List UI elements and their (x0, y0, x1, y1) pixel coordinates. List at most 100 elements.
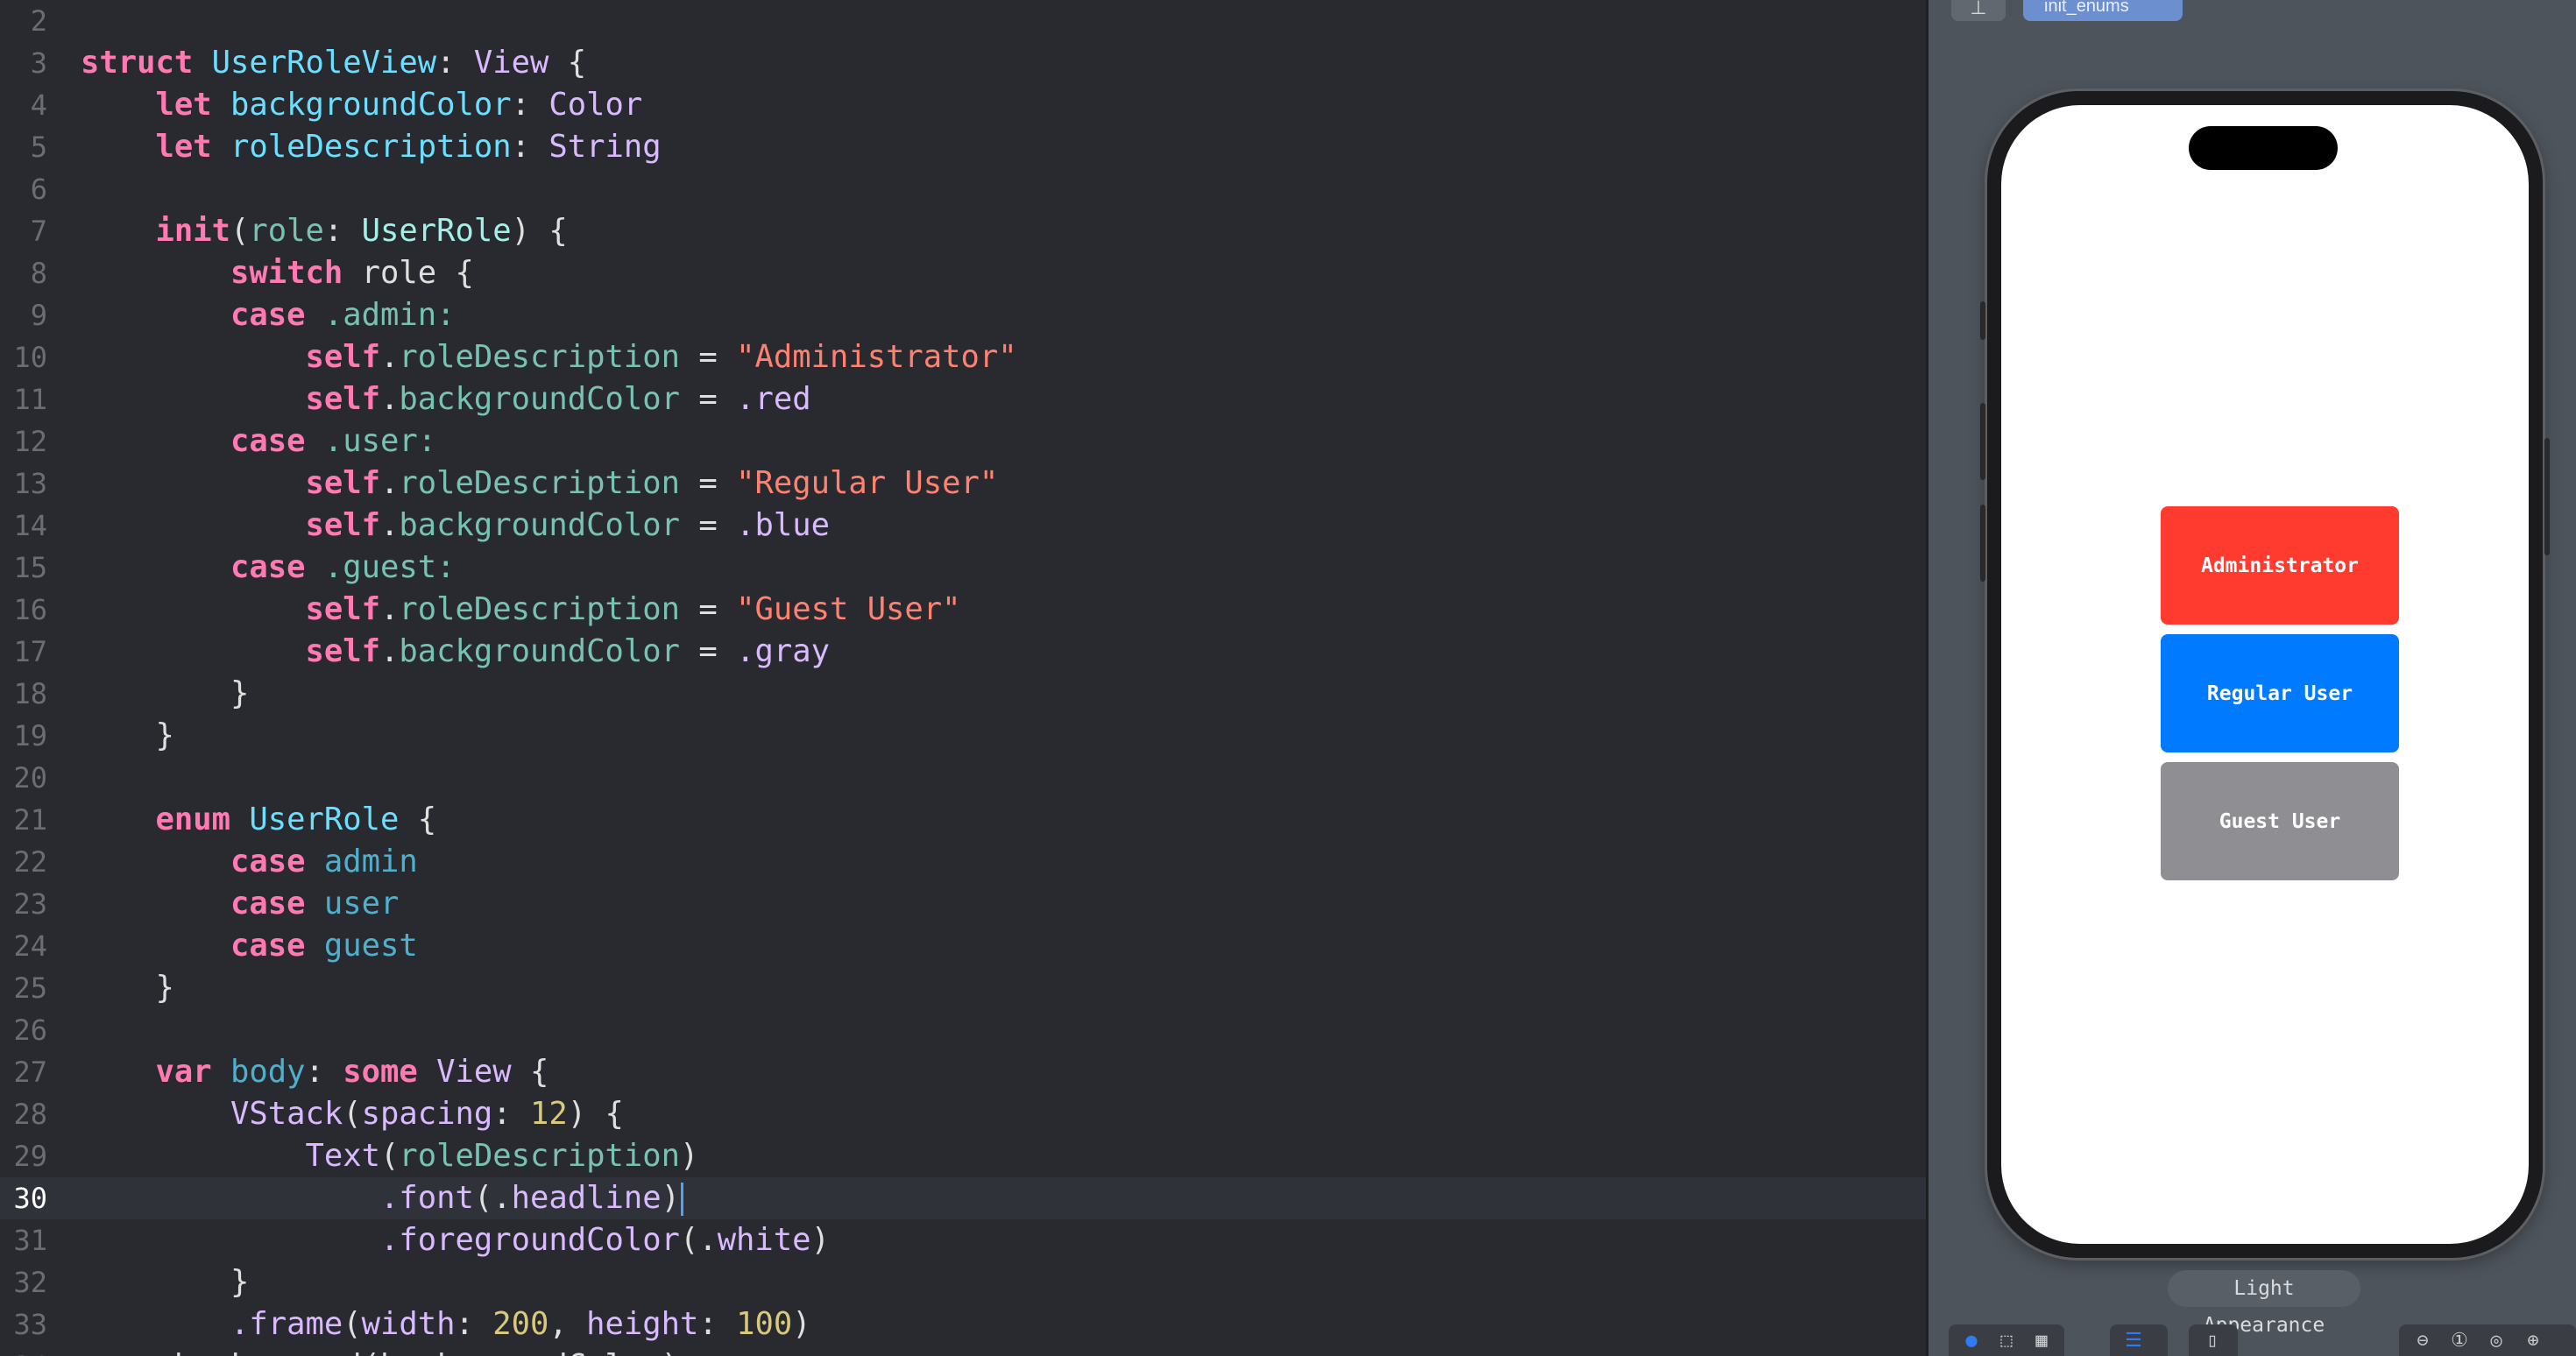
device-screen: Administrator Regular User Guest User (2001, 105, 2529, 1244)
code-line: 13 self.roleDescription = "Regular User" (0, 463, 1926, 505)
device-icon[interactable]: ▯ (2203, 1330, 2222, 1352)
zoom-group: ⊖ ① ◎ ⊕ (2399, 1324, 2576, 1356)
device-settings-group: ☰ (2110, 1324, 2168, 1356)
code-line: 16 self.roleDescription = "Guest User" (0, 589, 1926, 631)
line-number: 18 (13, 677, 47, 710)
preview-tab-label: init_enums (2044, 0, 2129, 16)
line-number: 31 (13, 1224, 47, 1257)
code-line: 20 (0, 757, 1926, 799)
line-number: 9 (30, 299, 47, 332)
code-line: 14 self.backgroundColor = .blue (0, 505, 1926, 547)
mode-group: ● ⬚ ▦ (1949, 1324, 2064, 1356)
code-line: 8 switch role { (0, 252, 1926, 294)
live-preview-icon[interactable]: ● (1963, 1330, 1980, 1352)
code-line: 19 } (0, 715, 1926, 757)
line-number: 20 (13, 761, 47, 795)
canvas-bottom-toolbar: ● ⬚ ▦ ☰ ▯ ⊖ ① ◎ ⊕ (1926, 1324, 2576, 1356)
device-side-button (1980, 301, 1985, 340)
code-line: 28 VStack(spacing: 12) { (0, 1093, 1926, 1135)
line-number: 13 (13, 467, 47, 500)
code-line: 2 (0, 0, 1926, 42)
line-number: 2 (30, 4, 47, 38)
line-number: 7 (30, 215, 47, 248)
role-card-administrator[interactable]: Administrator (2161, 506, 2399, 625)
role-card-label: Guest User (2219, 809, 2341, 833)
zoom-fit-icon[interactable]: ◎ (2487, 1330, 2506, 1352)
line-number: 8 (30, 257, 47, 290)
code-line: 6 (0, 168, 1926, 210)
preview-tab[interactable]: init_enums (2023, 0, 2183, 21)
line-number: 19 (13, 719, 47, 752)
code-line: 25 } (0, 967, 1926, 1009)
line-number: 34 (0, 1345, 47, 1356)
line-number: 22 (13, 845, 47, 879)
line-number: 21 (13, 803, 47, 837)
current-code-line: 30 .font(.headline) (0, 1177, 1926, 1219)
code-line: 26 (0, 1009, 1926, 1051)
code-line: 22 case admin (0, 841, 1926, 883)
line-number: 15 (13, 551, 47, 584)
line-number: 4 (30, 88, 47, 122)
code-line: 29 Text(roleDescription) (0, 1135, 1926, 1177)
code-line: 4 let backgroundColor: Color (0, 84, 1926, 126)
code-line: 10 self.roleDescription = "Administrator… (0, 336, 1926, 378)
line-number: 26 (13, 1013, 47, 1047)
code-line: 9 case .admin: (0, 294, 1926, 336)
code-line: 24 case guest (0, 925, 1926, 967)
variants-icon[interactable]: ▦ (2033, 1330, 2050, 1352)
code-line: 18 } (0, 673, 1926, 715)
zoom-out-icon[interactable]: ⊖ (2413, 1330, 2432, 1352)
line-number: 27 (13, 1056, 47, 1089)
pin-icon: ⊥ (1970, 0, 1987, 18)
line-number: 12 (13, 425, 47, 458)
code-line: 11 self.backgroundColor = .red (0, 378, 1926, 420)
device-group: ▯ (2189, 1324, 2238, 1356)
line-number: 16 (13, 593, 47, 626)
line-number: 32 (13, 1266, 47, 1299)
dynamic-island (2189, 126, 2338, 170)
line-number: 3 (30, 46, 47, 80)
device-side-button (1980, 505, 1985, 582)
line-number: 24 (13, 929, 47, 963)
line-number: 10 (13, 341, 47, 374)
code-line: 31 .foregroundColor(.white) (0, 1219, 1926, 1261)
pin-preview-button[interactable]: ⊥ (1951, 0, 2006, 21)
code-line: 12 case .user: (0, 420, 1926, 463)
role-card-guest-user[interactable]: Guest User (2161, 762, 2399, 880)
zoom-in-icon[interactable]: ⊕ (2523, 1330, 2543, 1352)
role-card-label: Regular User (2206, 682, 2353, 705)
role-card-label: Administrator (2200, 554, 2359, 577)
text-cursor (680, 1183, 683, 1216)
line-number: 11 (13, 383, 47, 416)
code-line: 33 .frame(width: 200, height: 100) (0, 1303, 1926, 1345)
line-number: 14 (13, 509, 47, 542)
selectable-icon[interactable]: ⬚ (1998, 1330, 2015, 1352)
source-editor[interactable]: 2 3 struct UserRoleView: View { 4 let bac… (0, 0, 1926, 1356)
line-number: 33 (13, 1308, 47, 1341)
role-card-regular-user[interactable]: Regular User (2161, 634, 2399, 752)
line-number: 28 (13, 1098, 47, 1131)
line-number: 17 (13, 635, 47, 668)
code-line: 32 } (0, 1261, 1926, 1303)
code-line: 21 enum UserRole { (0, 799, 1926, 841)
code-line: 23 case user (0, 883, 1926, 925)
line-number: 29 (13, 1140, 47, 1173)
device-frame: Administrator Regular User Guest User (1980, 91, 2550, 1258)
device-settings-icon[interactable]: ☰ (2124, 1330, 2143, 1352)
line-number: 25 (13, 971, 47, 1005)
line-number: 5 (30, 131, 47, 164)
line-number: 30 (13, 1182, 47, 1215)
code-line: 15 case .guest: (0, 547, 1926, 589)
line-number: 6 (30, 173, 47, 206)
code-line: 17 self.backgroundColor = .gray (0, 631, 1926, 673)
device-side-button (2544, 438, 2550, 555)
line-number: 23 (13, 887, 47, 921)
code-line: 7 init(role: UserRole) { (0, 210, 1926, 252)
zoom-100-icon[interactable]: ① (2450, 1330, 2469, 1352)
code-line: 3 struct UserRoleView: View { (0, 42, 1926, 84)
device-side-button (1980, 403, 1985, 480)
code-line: 5 let roleDescription: String (0, 126, 1926, 168)
code-line: 34 .background(backgroundColor) (0, 1345, 1926, 1356)
code-line: 27 var body: some View { (0, 1051, 1926, 1093)
appearance-label[interactable]: Light Appearance (2168, 1270, 2360, 1337)
